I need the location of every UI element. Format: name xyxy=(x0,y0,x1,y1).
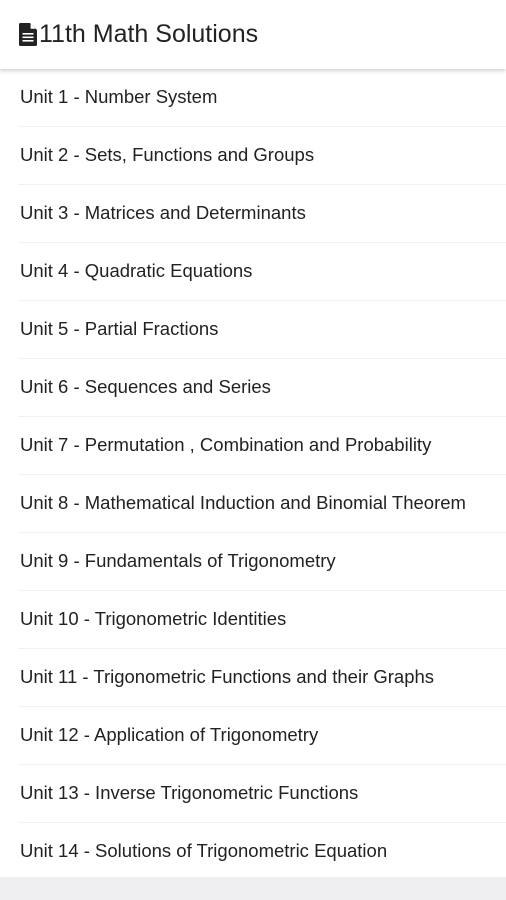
app-title: 11th Math Solutions xyxy=(39,20,259,48)
unit-list-item-9[interactable]: Unit 9 - Fundamentals of Trigonometry xyxy=(18,533,506,591)
unit-list-item-2[interactable]: Unit 2 - Sets, Functions and Groups xyxy=(18,127,506,185)
bottom-bar xyxy=(0,877,506,900)
unit-label: Unit 12 - Application of Trigonometry xyxy=(20,724,319,745)
unit-list-item-14[interactable]: Unit 14 - Solutions of Trigonometric Equ… xyxy=(18,823,506,881)
unit-list-item-3[interactable]: Unit 3 - Matrices and Determinants xyxy=(18,185,506,243)
unit-label: Unit 5 - Partial Fractions xyxy=(20,318,219,339)
unit-list-item-11[interactable]: Unit 11 - Trigonometric Functions and th… xyxy=(18,649,506,707)
unit-label: Unit 2 - Sets, Functions and Groups xyxy=(20,144,315,165)
unit-label: Unit 3 - Matrices and Determinants xyxy=(20,202,306,223)
unit-list-item-12[interactable]: Unit 12 - Application of Trigonometry xyxy=(18,707,506,765)
unit-list-item-6[interactable]: Unit 6 - Sequences and Series xyxy=(18,359,506,417)
unit-label: Unit 4 - Quadratic Equations xyxy=(20,260,253,281)
unit-label: Unit 7 - Permutation , Combination and P… xyxy=(20,434,432,455)
unit-list-item-10[interactable]: Unit 10 - Trigonometric Identities xyxy=(18,591,506,649)
unit-list: Unit 1 - Number System Unit 2 - Sets, Fu… xyxy=(0,69,506,877)
unit-label: Unit 13 - Inverse Trigonometric Function… xyxy=(20,782,359,803)
document-icon xyxy=(19,23,37,46)
unit-label: Unit 8 - Mathematical Induction and Bino… xyxy=(20,492,466,513)
unit-list-item-4[interactable]: Unit 4 - Quadratic Equations xyxy=(18,243,506,301)
unit-label: Unit 1 - Number System xyxy=(20,86,218,107)
unit-list-item-5[interactable]: Unit 5 - Partial Fractions xyxy=(18,301,506,359)
unit-list-item-1[interactable]: Unit 1 - Number System xyxy=(18,69,506,127)
unit-list-item-7[interactable]: Unit 7 - Permutation , Combination and P… xyxy=(18,417,506,475)
unit-list-item-13[interactable]: Unit 13 - Inverse Trigonometric Function… xyxy=(18,765,506,823)
unit-label: Unit 9 - Fundamentals of Trigonometry xyxy=(20,550,336,571)
unit-list-item-8[interactable]: Unit 8 - Mathematical Induction and Bino… xyxy=(18,475,506,533)
unit-label: Unit 10 - Trigonometric Identities xyxy=(20,608,287,629)
app-header: 11th Math Solutions xyxy=(0,0,506,69)
unit-label: Unit 11 - Trigonometric Functions and th… xyxy=(20,666,435,687)
unit-label: Unit 6 - Sequences and Series xyxy=(20,376,271,397)
unit-label: Unit 14 - Solutions of Trigonometric Equ… xyxy=(20,840,388,861)
